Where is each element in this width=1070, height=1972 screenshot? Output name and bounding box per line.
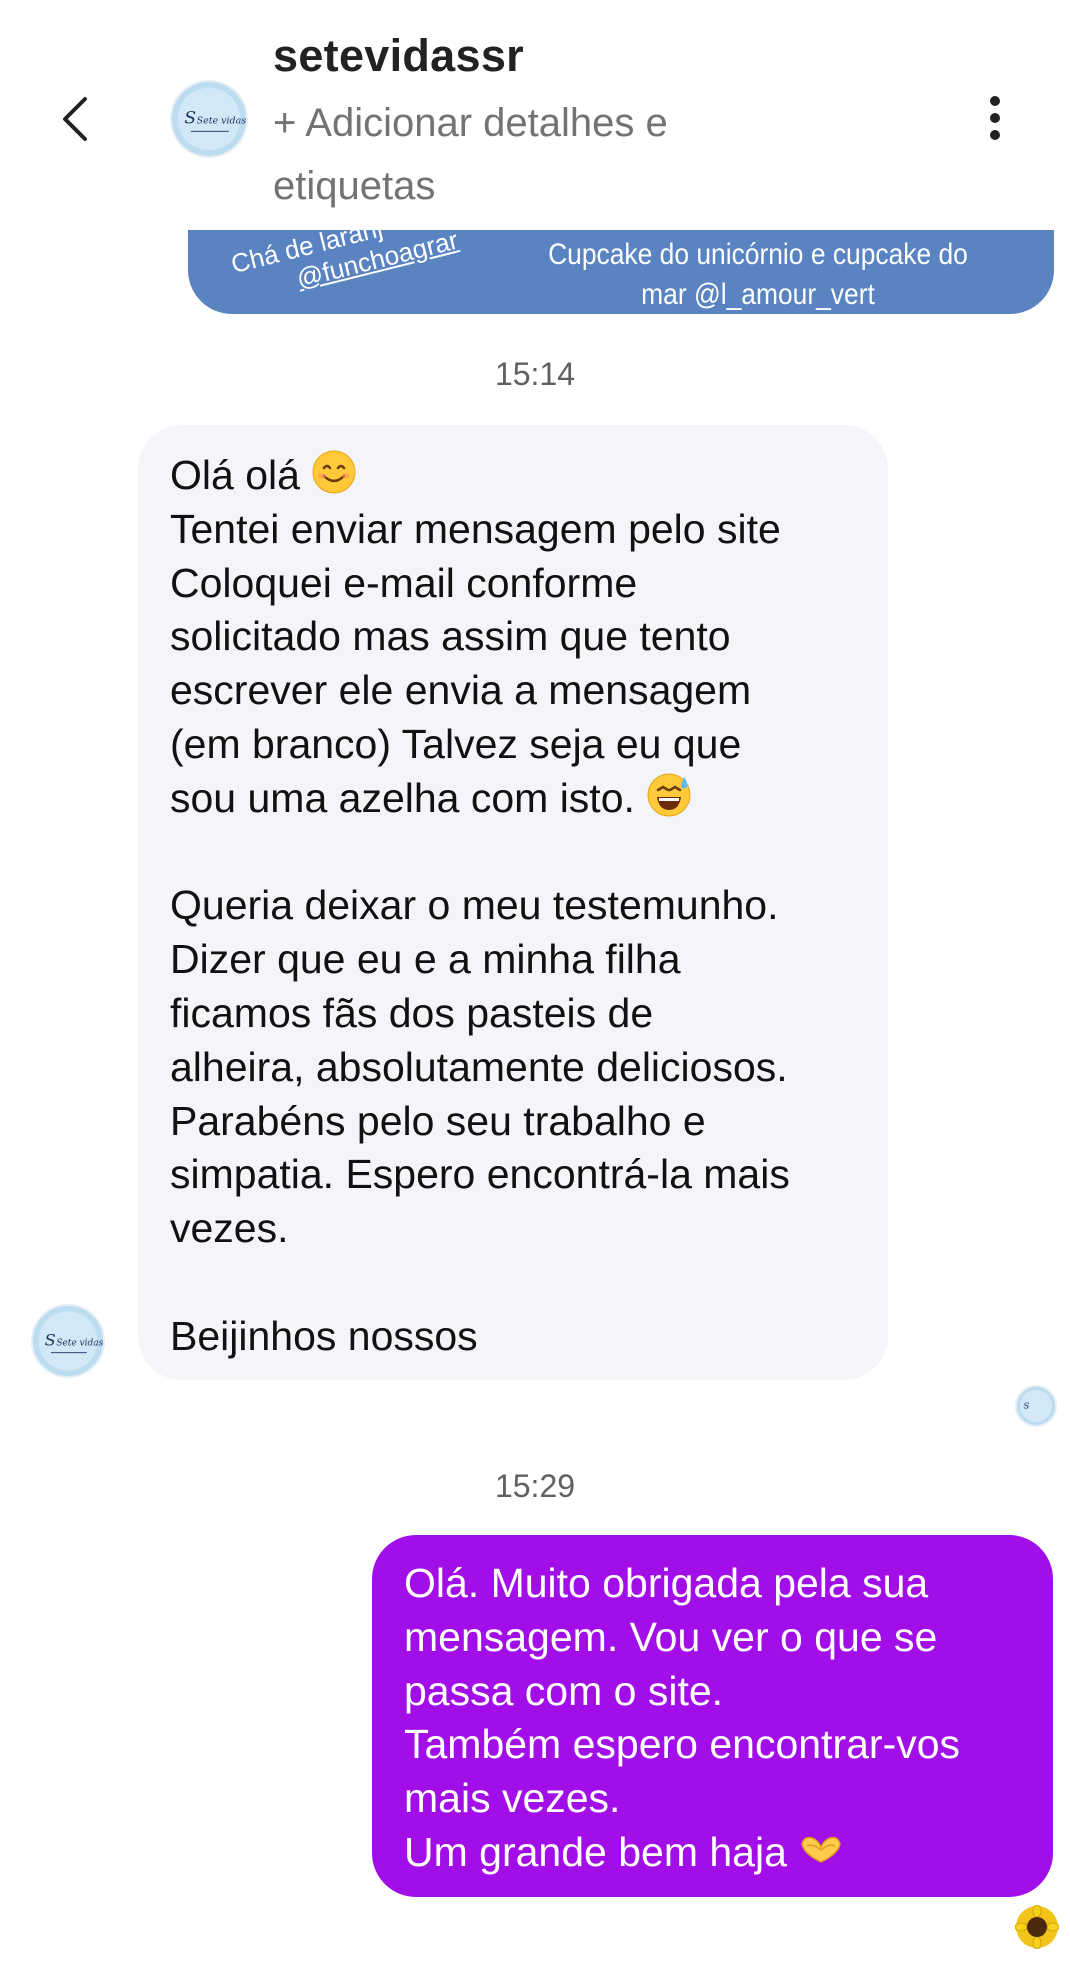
svg-text:S: S xyxy=(45,1330,56,1349)
more-vertical-icon[interactable] xyxy=(980,96,1010,140)
incoming-message-bubble[interactable]: Olá olá Tentei enviar mensagem pelo site… xyxy=(138,425,888,1380)
message-line: escrever ele envia a mensagem xyxy=(170,667,752,714)
message-line: (em branco) Talvez seja eu que xyxy=(170,720,742,767)
svg-text:S: S xyxy=(184,109,196,129)
chat-header: S Sete vidas setevidassr + Adicionar det… xyxy=(0,0,1070,230)
message-line: Também espero encontrar-vos xyxy=(404,1721,961,1768)
add-details-link[interactable]: + Adicionar detalhes e etiquetas xyxy=(273,92,833,218)
message-line: Beijinhos nossos xyxy=(170,1312,478,1359)
message-line: Olá. Muito obrigada pela sua xyxy=(404,1560,929,1606)
svg-text:S: S xyxy=(1023,1401,1029,1411)
grinning-sweat-icon xyxy=(646,772,692,818)
message-line: Queria deixar o meu testemunho. xyxy=(170,882,779,929)
message-line: mensagem. Vou ver o que se xyxy=(404,1613,938,1660)
message-line: Um grande bem haja xyxy=(404,1826,1053,1880)
timestamp: 15:14 xyxy=(494,356,576,392)
message-line: Olá olá xyxy=(170,449,868,503)
timestamp: 15:29 xyxy=(494,1468,576,1504)
message-line: simpatia. Espero encontrá-la mais xyxy=(170,1151,790,1198)
smiling-face-icon xyxy=(311,449,357,495)
svg-text:Sete vidas: Sete vidas xyxy=(56,1338,103,1348)
message-line: solicitado mas assim que tento xyxy=(170,613,731,660)
message-line: mais vezes. xyxy=(404,1775,621,1822)
contact-avatar[interactable]: S Sete vidas xyxy=(170,80,248,158)
message-line-blank xyxy=(170,1256,868,1310)
heart-hands-icon xyxy=(798,1826,844,1872)
message-line: sou uma azelha com isto. xyxy=(170,772,868,826)
message-line: Dizer que eu e a minha filha xyxy=(170,936,681,983)
chevron-left-icon[interactable] xyxy=(55,95,95,143)
message-line: alheira, absolutamente deliciosos. xyxy=(170,1043,788,1090)
message-line: Coloquei e-mail conforme xyxy=(170,559,638,606)
seen-receipt-avatar: S xyxy=(1015,1385,1057,1427)
message-line: ficamos fãs dos pasteis de xyxy=(170,989,654,1036)
outgoing-message-bubble[interactable]: Olá. Muito obrigada pela sua mensagem. V… xyxy=(372,1535,1053,1897)
message-line-blank xyxy=(170,826,868,880)
add-details-line-1: + Adicionar detalhes e xyxy=(273,101,668,145)
sender-avatar[interactable]: S Sete vidas xyxy=(31,1304,105,1378)
message-line: Parabéns pelo seu trabalho e xyxy=(170,1097,706,1144)
sunflower-avatar xyxy=(1014,1904,1060,1950)
add-details-line-2: etiquetas xyxy=(273,164,436,208)
message-line: vezes. xyxy=(170,1205,289,1252)
message-line: Tentei enviar mensagem pelo site xyxy=(170,505,781,552)
message-line: passa com o site. xyxy=(404,1667,724,1714)
story-right-caption: Cupcake do unicórnio e cupcake do mar @l… xyxy=(548,238,968,311)
contact-name[interactable]: setevidassr xyxy=(273,30,524,82)
svg-text:Sete vidas: Sete vidas xyxy=(197,116,246,127)
